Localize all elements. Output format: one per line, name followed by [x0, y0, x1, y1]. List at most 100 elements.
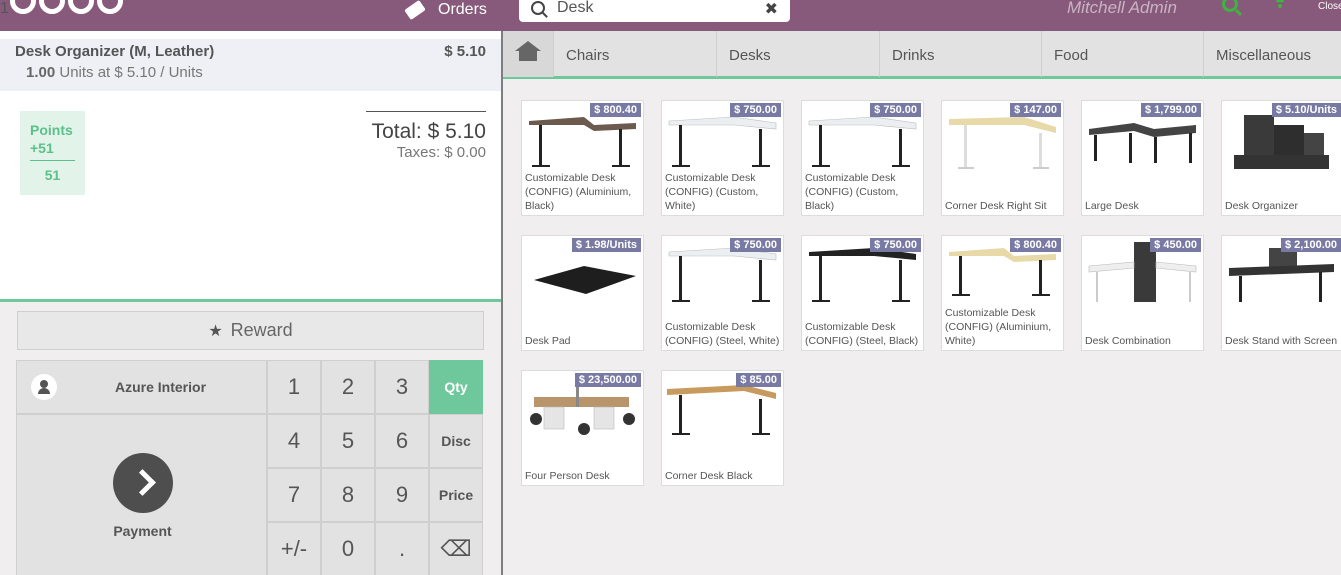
wifi-icon: [1270, 0, 1290, 12]
product-card[interactable]: $ 750.00 Customizable Desk (CONFIG) (Cus…: [801, 100, 924, 216]
ticket-icon: [404, 0, 426, 21]
points-total: 51: [44, 167, 61, 183]
product-search-box[interactable]: ✖: [519, 0, 790, 22]
numpad-key-1[interactable]: 1: [267, 360, 321, 414]
category-drinks[interactable]: Drinks: [880, 31, 1042, 77]
product-price: $ 85.00: [736, 373, 781, 387]
numpad-key-6[interactable]: 6: [375, 414, 429, 468]
product-price: $ 1,799.00: [1141, 103, 1201, 117]
category-food[interactable]: Food: [1042, 31, 1204, 77]
product-name: Desk Pad: [525, 335, 571, 347]
product-name: Customizable Desk (CONFIG) (Aluminium, W…: [945, 307, 1052, 347]
order-line[interactable]: Desk Organizer (M, Leather) $ 5.10 1.00 …: [0, 39, 501, 91]
order-pane: Desk Organizer (M, Leather) $ 5.10 1.00 …: [0, 31, 501, 575]
product-card[interactable]: $ 1.98/Units Desk Pad: [521, 235, 644, 351]
home-icon: [515, 41, 541, 61]
numpad-key-plus-minus[interactable]: +/-: [267, 522, 321, 575]
product-price: $ 5.10/Units: [1271, 103, 1341, 117]
product-pane: Chairs Desks Drinks Food Miscellaneous $…: [503, 31, 1341, 575]
numpad-key-5[interactable]: 5: [321, 414, 375, 468]
numpad-key-9[interactable]: 9: [375, 468, 429, 522]
orders-button[interactable]: Orders: [404, 0, 487, 21]
product-price: $ 750.00: [730, 238, 781, 252]
category-desks[interactable]: Desks: [717, 31, 880, 77]
product-name: Four Person Desk: [525, 470, 610, 482]
backspace-button[interactable]: ⌫: [429, 522, 483, 575]
search-input[interactable]: [557, 0, 757, 17]
user-icon: [31, 374, 57, 400]
product-card[interactable]: $ 2,100.00 Desk Stand with Screen: [1221, 235, 1341, 351]
customer-button[interactable]: Azure Interior: [16, 360, 267, 414]
home-category-button[interactable]: [503, 31, 554, 77]
order-line-name: Desk Organizer (M, Leather): [15, 43, 215, 60]
product-name: Desk Combination: [1085, 335, 1171, 347]
numpad-key-dot[interactable]: .: [375, 522, 429, 575]
mode-disc-button[interactable]: Disc: [429, 414, 483, 468]
orders-count-badge: 1: [0, 0, 9, 17]
product-name: Customizable Desk (CONFIG) (Steel, Black…: [805, 321, 919, 347]
numpad-key-0[interactable]: 0: [321, 522, 375, 575]
product-card[interactable]: $ 750.00 Customizable Desk (CONFIG) (Ste…: [661, 235, 784, 351]
order-line-price: $ 5.10: [444, 43, 486, 60]
reward-label: Reward: [230, 320, 293, 340]
customer-name: Azure Interior: [115, 379, 207, 395]
product-name: Customizable Desk (CONFIG) (Custom, Blac…: [805, 172, 899, 212]
category-miscellaneous[interactable]: Miscellaneous: [1204, 31, 1341, 77]
numpad-key-8[interactable]: 8: [321, 468, 375, 522]
product-price: $ 800.40: [1010, 238, 1061, 252]
loyalty-points: Points +51 51: [20, 111, 85, 195]
product-price: $ 450.00: [1150, 238, 1201, 252]
product-name: Corner Desk Black: [665, 470, 753, 482]
points-divider: [30, 160, 75, 161]
product-card[interactable]: $ 750.00 Customizable Desk (CONFIG) (Cus…: [661, 100, 784, 216]
product-price: $ 750.00: [730, 103, 781, 117]
product-card[interactable]: $ 750.00 Customizable Desk (CONFIG) (Ste…: [801, 235, 924, 351]
orders-label: Orders: [438, 1, 487, 18]
reward-button[interactable]: ★ Reward: [17, 311, 484, 350]
product-name: Desk Stand with Screen: [1225, 335, 1338, 347]
product-name: Desk Organizer: [1225, 200, 1298, 212]
payment-button[interactable]: Payment: [16, 414, 267, 575]
numpad-key-4[interactable]: 4: [267, 414, 321, 468]
product-card[interactable]: $ 147.00 Corner Desk Right Sit: [941, 100, 1064, 216]
cashier-name[interactable]: Mitchell Admin: [1067, 0, 1177, 18]
points-won: +51: [30, 140, 54, 156]
star-icon: ★: [208, 322, 223, 340]
top-bar: Orders 1 ✖ Mitchell Admin Close: [0, 0, 1341, 31]
product-name: Customizable Desk (CONFIG) (Aluminium, B…: [525, 172, 632, 212]
product-card[interactable]: $ 450.00 Desk Combination: [1081, 235, 1204, 351]
order-line-info: 1.00 Units at $ 5.10 / Units: [26, 64, 203, 81]
product-name: Corner Desk Right Sit: [945, 200, 1047, 212]
order-line-qty: 1.00: [26, 64, 56, 81]
close-button[interactable]: Close: [1318, 1, 1341, 12]
product-price: $ 23,500.00: [574, 373, 641, 387]
odoo-logo: [10, 0, 123, 14]
product-card[interactable]: $ 5.10/Units Desk Organizer: [1221, 100, 1341, 216]
payment-label: Payment: [113, 523, 172, 539]
product-price: $ 147.00: [1010, 103, 1061, 117]
product-price: $ 800.40: [590, 103, 641, 117]
points-label: Points: [30, 122, 73, 138]
mode-qty-button[interactable]: Qty: [429, 360, 483, 414]
product-price: $ 750.00: [870, 238, 921, 252]
numpad-key-2[interactable]: 2: [321, 360, 375, 414]
order-summary: Total: $ 5.10 Taxes: $ 0.00: [366, 111, 486, 161]
product-card[interactable]: $ 23,500.00 Four Person Desk: [521, 370, 644, 486]
chevron-right-icon: [113, 453, 173, 513]
clear-search-icon[interactable]: ✖: [765, 0, 778, 19]
order-line-unit-info: Units at $ 5.10 / Units: [59, 64, 203, 81]
order-taxes: Taxes: $ 0.00: [396, 144, 486, 161]
product-price: $ 750.00: [870, 103, 921, 117]
category-bar: Chairs Desks Drinks Food Miscellaneous: [503, 31, 1341, 79]
numpad-key-7[interactable]: 7: [267, 468, 321, 522]
search-icon: [531, 1, 545, 15]
product-card[interactable]: $ 800.40 Customizable Desk (CONFIG) (Alu…: [941, 235, 1064, 351]
product-card[interactable]: $ 1,799.00 Large Desk: [1081, 100, 1204, 216]
product-price: $ 2,100.00: [1281, 238, 1341, 252]
product-card[interactable]: $ 800.40 Customizable Desk (CONFIG) (Alu…: [521, 100, 644, 216]
header-search-icon[interactable]: [1222, 0, 1238, 12]
numpad-key-3[interactable]: 3: [375, 360, 429, 414]
mode-price-button[interactable]: Price: [429, 468, 483, 522]
product-card[interactable]: $ 85.00 Corner Desk Black: [661, 370, 784, 486]
category-chairs[interactable]: Chairs: [554, 31, 717, 77]
